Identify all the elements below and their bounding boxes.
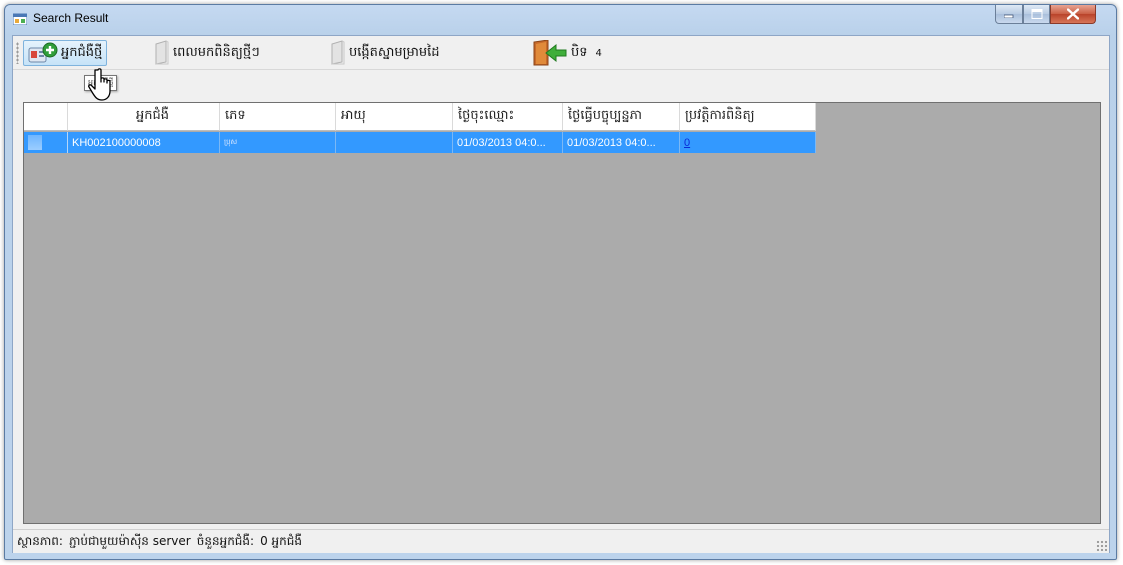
search-result-window: Search Result អ្នកជំងឺថ្មី ពេលមកពិនិត្យថ… xyxy=(4,4,1117,560)
create-fingerprint-button[interactable]: បង្កើតស្នាមម្រាមដៃ xyxy=(325,40,445,66)
row-selector[interactable] xyxy=(24,132,68,153)
toolbar-grip[interactable] xyxy=(16,42,19,64)
door-icon xyxy=(155,40,169,65)
cell-age[interactable] xyxy=(336,132,453,153)
status-count-value: 0 អ្នកជំងឺ xyxy=(260,533,303,548)
new-patient-label: អ្នកជំងឺថ្មី xyxy=(61,44,103,60)
column-header-history[interactable]: ប្រវត្តិការពិនិត្យ xyxy=(680,103,816,131)
maximize-icon xyxy=(1031,9,1042,19)
status-state-label: ស្ថានភាព: xyxy=(17,533,63,548)
door-icon xyxy=(331,40,345,65)
column-header-rowselector[interactable] xyxy=(24,103,68,131)
app-icon xyxy=(13,13,27,25)
toolbar-count: 4 xyxy=(595,47,602,59)
column-header-sex[interactable]: ភេទ xyxy=(220,103,336,131)
window-title: Search Result xyxy=(33,11,109,25)
row-selector-marker xyxy=(28,135,42,150)
close-window-button[interactable] xyxy=(1050,5,1096,24)
toolbar: អ្នកជំងឺថ្មី ពេលមកពិនិត្យថ្មីៗ បង្កើតស្ន… xyxy=(13,36,1109,70)
cell-patient-id[interactable]: KH002100000008 xyxy=(68,132,220,153)
new-patient-button[interactable]: អ្នកជំងឺថ្មី xyxy=(23,40,108,66)
exit-door-icon xyxy=(533,40,567,66)
column-header-registered[interactable]: ថ្ងៃចុះឈ្មោះ xyxy=(453,103,563,131)
cell-registered-date[interactable]: 01/03/2013 04:0... xyxy=(453,132,563,153)
cell-history-link[interactable]: 0 xyxy=(680,132,816,153)
hand-cursor-icon xyxy=(88,68,111,101)
minimize-button[interactable] xyxy=(995,5,1023,24)
client-area: អ្នកជំងឺថ្មី ពេលមកពិនិត្យថ្មីៗ បង្កើតស្ន… xyxy=(12,35,1110,553)
maximize-button[interactable] xyxy=(1023,5,1050,24)
exit-button[interactable]: បិទ 4 xyxy=(527,40,607,66)
grid-header: អ្នកជំងឺ ភេទ អាយុ ថ្ងៃចុះឈ្មោះ ថ្ងៃធ្វើប… xyxy=(24,103,816,131)
title-bar[interactable]: Search Result xyxy=(5,5,1116,33)
column-header-age[interactable]: អាយុ xyxy=(336,103,453,131)
recent-visits-button[interactable]: ពេលមកពិនិត្យថ្មីៗ xyxy=(149,40,265,66)
column-header-updated[interactable]: ថ្ងៃធ្វើបច្ចុប្បន្នភា xyxy=(563,103,680,131)
cell-sex[interactable]: ប្រុស xyxy=(220,132,336,153)
patient-grid[interactable]: អ្នកជំងឺ ភេទ អាយុ ថ្ងៃចុះឈ្មោះ ថ្ងៃធ្វើប… xyxy=(23,102,1101,524)
create-fingerprint-label: បង្កើតស្នាមម្រាមដៃ xyxy=(349,44,440,60)
cell-updated-date[interactable]: 01/03/2013 04:0... xyxy=(563,132,680,153)
table-row[interactable]: KH002100000008 ប្រុស 01/03/2013 04:0... … xyxy=(24,132,816,153)
close-icon xyxy=(1067,8,1079,20)
status-count-label: ចំនួនអ្នកជំងឺ: xyxy=(196,533,255,548)
status-bar: ស្ថានភាព: ភ្ជាប់ជាមួយម៉ាស៊ីន server ចំនួ… xyxy=(13,529,1109,553)
status-state-value: ភ្ជាប់ជាមួយម៉ាស៊ីន server xyxy=(68,533,191,548)
recent-visits-label: ពេលមកពិនិត្យថ្មីៗ xyxy=(173,44,260,60)
resize-grip[interactable] xyxy=(1096,540,1107,551)
add-patient-icon xyxy=(28,42,58,63)
column-header-patient[interactable]: អ្នកជំងឺ xyxy=(68,103,220,131)
exit-label: បិទ xyxy=(571,44,588,60)
minimize-icon xyxy=(1004,14,1014,18)
